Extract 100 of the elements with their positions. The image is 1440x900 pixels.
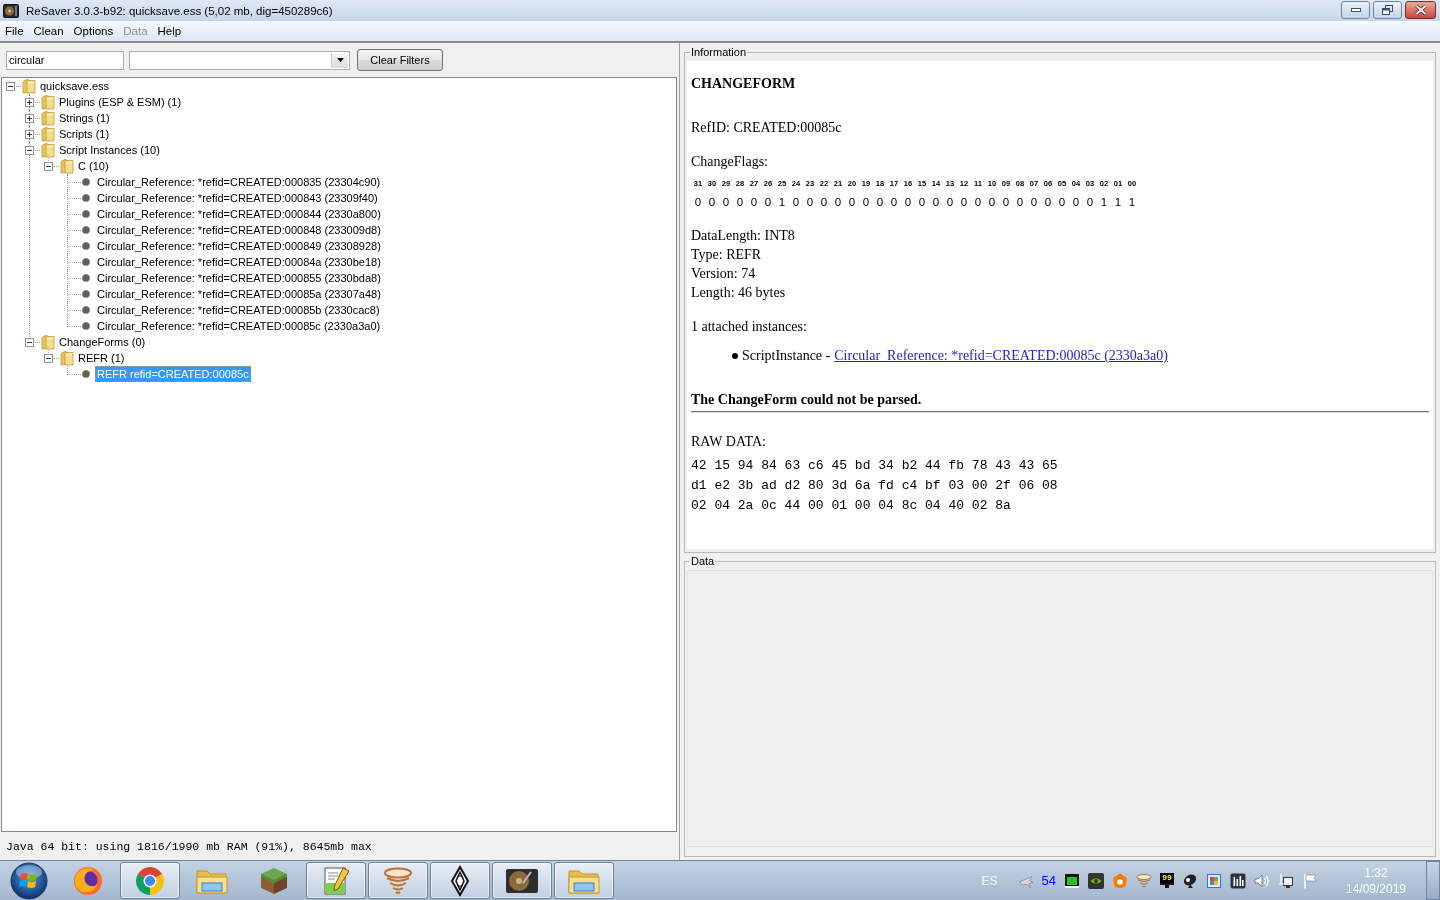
caret-icon	[336, 58, 344, 62]
bit-value: 0	[805, 195, 815, 209]
close-icon	[1414, 5, 1427, 15]
bit-value: 0	[1071, 195, 1081, 209]
tree-item[interactable]: Strings (1)	[57, 110, 112, 126]
bit-value: 0	[693, 195, 703, 209]
raw-data-row-text: d1 e2 3b ad d2 80 3d 6a fd c4 bf 03 00 2f 06 08	[691, 477, 1059, 495]
node-dot-icon	[82, 258, 90, 266]
speaker-icon[interactable]	[1254, 872, 1270, 889]
bit-value: 1	[1127, 195, 1137, 209]
bit-value: 0	[1029, 195, 1039, 209]
collapse-icon[interactable]	[43, 353, 53, 363]
tree-item[interactable]: Circular_Reference: *refid=CREATED:000843 (23309f40)	[95, 190, 380, 206]
tornado-icon[interactable]	[1136, 872, 1152, 889]
filter-field[interactable]: circular	[6, 50, 124, 70]
bit-value: 0	[903, 195, 913, 209]
node-dot-icon	[82, 370, 90, 378]
changeform-heading: CHANGEFORM	[691, 75, 797, 93]
bit-value: 0	[1043, 195, 1053, 209]
field-line: DataLength: INT8	[691, 227, 796, 245]
node-dot-icon	[82, 194, 90, 202]
taskbar-app-button[interactable]	[492, 862, 552, 899]
bit-value: 1	[1113, 195, 1123, 209]
flag-orb-icon	[9, 861, 48, 900]
tray-reading[interactable]: 54	[1041, 873, 1056, 888]
tree-item[interactable]: Scripts (1)	[57, 126, 112, 142]
raw-data-row-text: 42 15 94 84 63 c6 45 bd 34 b2 44 fb 78 43 43 65	[691, 457, 1059, 475]
collapse-icon[interactable]	[5, 81, 15, 91]
bit-value: 0	[959, 195, 969, 209]
menu-item[interactable]: Help	[152, 22, 187, 40]
tree-item[interactable]: quicksave.ess	[38, 78, 112, 94]
node-dot-icon	[82, 274, 90, 282]
tree-item[interactable]: C (10)	[76, 158, 111, 174]
bit-value: 0	[749, 195, 759, 209]
status-text: Java 64 bit: using 1816/1990 mb RAM (91%), 8645mb max	[6, 839, 372, 853]
refid-line: RefID: CREATED:00085c	[691, 119, 843, 137]
expand-icon[interactable]	[24, 113, 34, 123]
tree-item[interactable]: Circular_Reference: *refid=CREATED:00084a (2330be18)	[95, 254, 383, 270]
tree-item[interactable]: Circular_Reference: *refid=CREATED:00085b (2330cac8)	[95, 302, 382, 318]
satellite-dish-icon[interactable]	[1182, 872, 1198, 889]
node-dot-icon	[82, 210, 90, 218]
meter-icon[interactable]	[1064, 872, 1080, 889]
folder-icon	[41, 142, 55, 158]
network-icon[interactable]	[1278, 872, 1294, 889]
bit-value: 0	[721, 195, 731, 209]
instance-link[interactable]: Circular_Reference: *refid=CREATED:00085c (2330a3a0)	[834, 348, 1168, 363]
bit-value: 0	[973, 195, 983, 209]
show-desktop-button[interactable]	[1426, 861, 1440, 900]
clear-filters-button[interactable]: Clear Filters	[357, 49, 443, 71]
bit-value: 0	[833, 195, 843, 209]
taskbar-app-button[interactable]	[430, 862, 490, 899]
node-dot-icon	[82, 322, 90, 330]
tree-item[interactable]: Circular_Reference: *refid=CREATED:000835 (23304c90)	[95, 174, 383, 190]
node-dot-icon	[82, 290, 90, 298]
tree-item[interactable]: Circular_Reference: *refid=CREATED:000848 (233009d8)	[95, 222, 383, 238]
tree-item[interactable]: Circular_Reference: *refid=CREATED:000849 (23308928)	[95, 238, 383, 254]
panel-title: Information	[690, 46, 748, 58]
four-pane-window-icon[interactable]	[1206, 872, 1222, 889]
monitor-readout[interactable]: 99	[1160, 873, 1174, 883]
instance-entry: ScriptInstance - Circular_Reference: *refid=CREATED:00085c (2330a3a0)	[742, 347, 1168, 365]
bit-value: 0	[1057, 195, 1067, 209]
minimize-button[interactable]	[1341, 1, 1370, 19]
bit-value: 0	[1001, 195, 1011, 209]
restore-button[interactable]	[1373, 1, 1402, 19]
menu-item[interactable]: File	[0, 22, 29, 40]
restore-icon	[1382, 5, 1393, 15]
tree-item[interactable]: Script Instances (10)	[57, 142, 162, 158]
tree-item[interactable]: Plugins (ESP & ESM) (1)	[57, 94, 184, 110]
bullet-icon	[732, 352, 738, 359]
collapse-icon[interactable]	[43, 161, 53, 171]
tree-item[interactable]: Circular_Reference: *refid=CREATED:000855 (2330bda8)	[95, 270, 383, 286]
close-button[interactable]	[1405, 1, 1436, 19]
collapse-icon[interactable]	[24, 337, 34, 347]
menu-item[interactable]: Clean	[28, 22, 69, 40]
expand-icon[interactable]	[24, 129, 34, 139]
tree-item[interactable]: Circular_Reference: *refid=CREATED:00085c (2330a3a0)	[95, 318, 383, 334]
folder-icon	[60, 158, 74, 174]
window-title: ReSaver 3.0.3-b92: quicksave.ess (5,02 mb, dig=450289c6)	[26, 4, 333, 17]
menu-item[interactable]: Options	[68, 22, 119, 40]
parse-error-text: The ChangeForm could not be parsed.	[691, 391, 923, 409]
tree-item[interactable]: Circular_Reference: *refid=CREATED:000844 (2330a800)	[95, 206, 383, 222]
field-line: Version: 74	[691, 265, 757, 283]
collapse-icon[interactable]	[24, 145, 34, 155]
bit-value: 0	[707, 195, 717, 209]
attached-label: 1 attached instances:	[691, 318, 808, 336]
bit-value: 0	[1015, 195, 1025, 209]
expand-icon[interactable]	[24, 97, 34, 107]
raw-data-label: RAW DATA:	[691, 433, 767, 451]
node-dot-icon	[82, 178, 90, 186]
bit-value: 0	[917, 195, 927, 209]
tree-item[interactable]: Circular_Reference: *refid=CREATED:00085a (23307a48)	[95, 286, 383, 302]
eye-swirl-icon[interactable]	[1088, 872, 1104, 889]
equalizer-icon[interactable]	[1230, 872, 1246, 889]
shield-icon[interactable]	[1112, 872, 1128, 889]
node-dot-icon	[82, 306, 90, 314]
tree-item[interactable]: ChangeForms (0)	[57, 334, 148, 350]
field-line: Type: REFR	[691, 246, 763, 264]
minimize-icon	[1350, 8, 1361, 12]
bit-value: 0	[1085, 195, 1095, 209]
tree-item[interactable]: REFR (1)	[76, 350, 127, 366]
